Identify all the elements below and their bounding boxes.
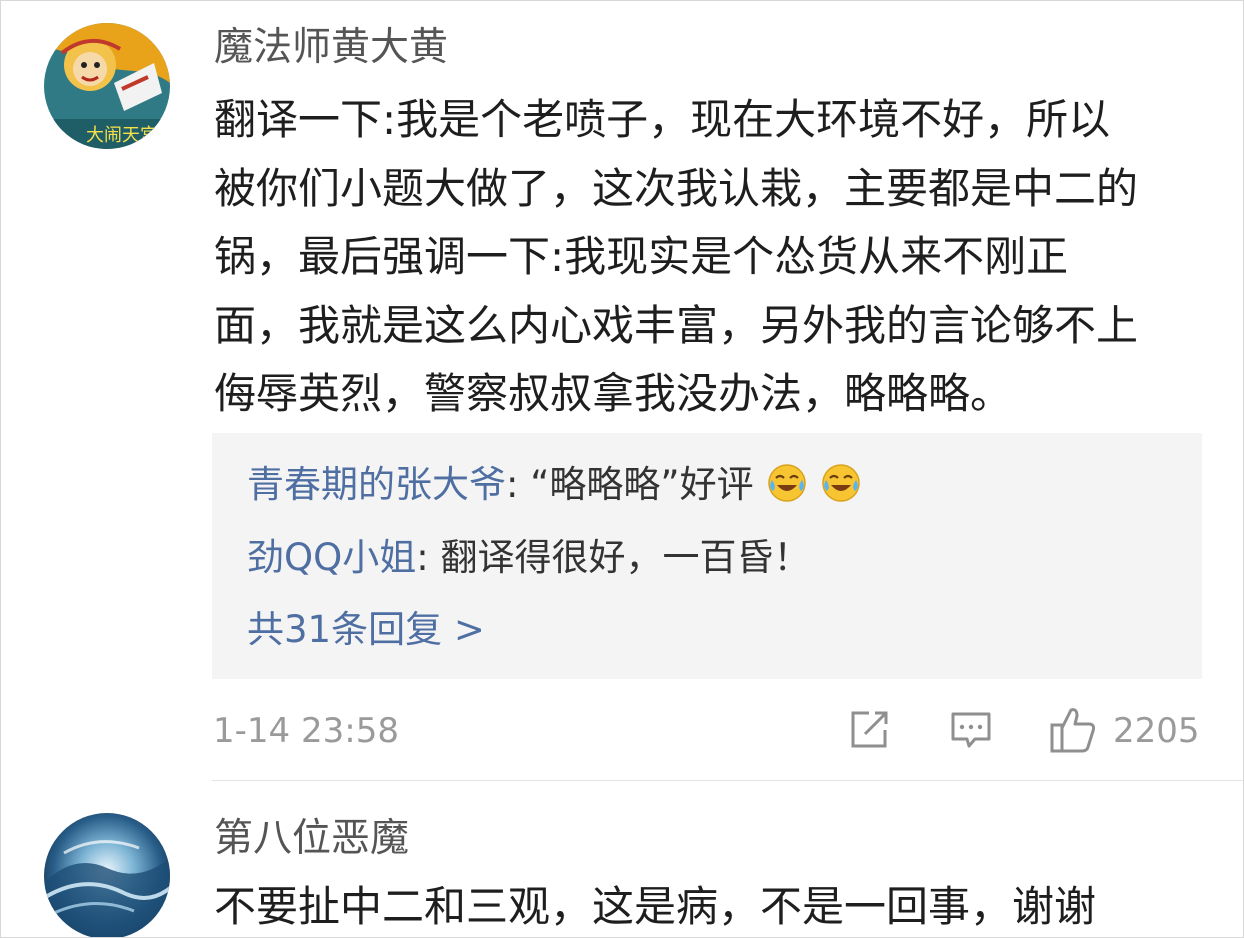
comment-list: 大闹天宫 魔法师黄大黄 翻译一下:我是个老喷子，现在大环境不好，所以 被你们小题… [0,0,1244,938]
ocean-wave-avatar[interactable] [44,813,170,937]
repost-button[interactable] [847,708,891,756]
reply-button[interactable] [949,708,993,756]
monkey-king-avatar[interactable]: 大闹天宫 [44,23,170,149]
like-button[interactable] [1049,704,1097,758]
comment-timestamp: 1-14 23:58 [213,711,399,751]
share-edit-icon [851,711,888,748]
comment-username[interactable]: 魔法师黄大黄 [214,25,448,71]
reply-separator: : [416,536,441,579]
laugh-cry-emoji-icon [768,464,807,502]
comment-body: 不要扯中二和三观，这是病，不是一回事，谢谢 [214,873,1214,937]
thumbs-up-icon [1050,708,1096,753]
reply-separator: : [506,463,531,506]
comment-divider [212,780,1243,781]
reply-author[interactable]: 青春期的张大爷 [247,463,506,506]
comment-body-line: 锅，最后强调一下:我现实是个怂货从来不刚正 [214,232,1069,281]
comment-username[interactable]: 第八位恶魔 [214,816,409,862]
reply-text: 翻译得很好，一百昏！ [440,536,811,579]
comment-icon [951,712,991,748]
reply-text: “略略略”好评 [530,463,754,506]
comment-body-line: 不要扯中二和三观，这是病，不是一回事，谢谢 [214,882,1097,931]
view-all-replies-link[interactable]: 共31条回复 > [247,608,485,652]
like-count: 2205 [1113,711,1200,751]
reply-author[interactable]: 劲QQ小姐 [247,536,416,579]
comment-body: 翻译一下:我是个老喷子，现在大环境不好，所以 被你们小题大做了，这次我认栽，主要… [214,86,1214,429]
comment-body-line: 侮辱英烈，警察叔叔拿我没办法，略略略。 [214,369,1013,418]
svg-text:大闹天宫: 大闹天宫 [86,125,158,146]
reply-preview-box[interactable]: 青春期的张大爷: “略略略”好评 劲QQ小姐: 翻译得很好，一百昏！ 共31条回… [212,433,1202,679]
laugh-cry-emoji-icon [822,464,860,502]
comment-body-line: 被你们小题大做了，这次我认栽，主要都是中二的 [214,163,1139,213]
reply-item[interactable]: 劲QQ小姐: 翻译得很好，一百昏！ [247,536,810,580]
comment-body-line: 面，我就是这么内心戏丰富，另外我的言论够不上 [214,300,1139,350]
reply-item[interactable]: 青春期的张大爷: “略略略”好评 [247,463,861,507]
comment-body-line: 翻译一下:我是个老喷子，现在大环境不好，所以 [214,95,1111,144]
